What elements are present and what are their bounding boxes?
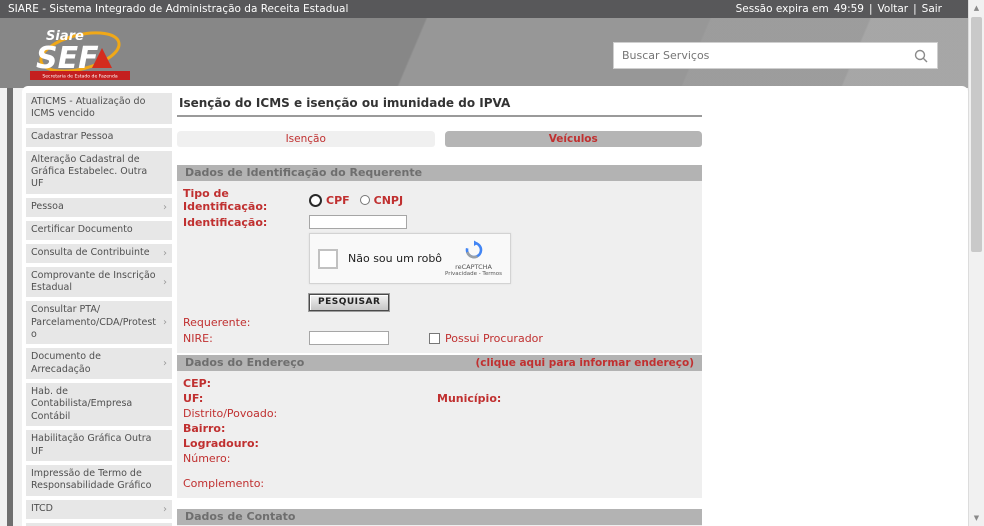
left-accent-strip: [7, 88, 13, 526]
cnpj-label: CNPJ: [373, 193, 404, 207]
section-title: Dados de Identificação do Requerente: [185, 166, 423, 179]
scroll-down-icon[interactable]: ▼: [969, 510, 984, 526]
nire-input[interactable]: [309, 331, 389, 345]
recaptcha-checkbox[interactable]: [318, 248, 338, 269]
section-title: Dados de Contato: [185, 510, 296, 523]
sidebar-item-label: ATICMS - Atualização do ICMS vencido: [31, 96, 146, 120]
sidebar-menu-item[interactable]: Hab. de Contabilista/Empresa Contábil ›: [26, 383, 172, 427]
main-panel: ATICMS - Atualização do ICMS vencido › C…: [22, 86, 968, 526]
separator: |: [913, 3, 917, 15]
chevron-right-icon: ›: [163, 276, 167, 288]
section-header: Dados do Endereço (clique aqui para info…: [177, 355, 702, 371]
bairro-label: Bairro:: [183, 422, 226, 435]
municipio-label: Município:: [437, 392, 502, 405]
uf-label: UF:: [183, 392, 204, 405]
header-band: Siare SEF Secretaria de Estado de Fazend…: [0, 18, 984, 88]
sidebar-item-label: Habilitação Gráfica Outra UF: [31, 433, 152, 457]
section-contato: Dados de Contato É necessário que o e-ma…: [177, 509, 702, 526]
logradouro-label: Logradouro:: [183, 437, 259, 450]
sidebar-item-label: Impressão de Termo de Responsabilidade G…: [31, 467, 152, 492]
cnpj-radio[interactable]: [359, 195, 370, 205]
sidebar-menu-item[interactable]: Impressão de Termo de Responsabilidade G…: [26, 464, 172, 496]
sef-siare-logo: Siare SEF Secretaria de Estado de Fazend…: [28, 24, 138, 87]
sidebar-menu-item[interactable]: Cadastrar Pessoa ›: [26, 127, 172, 147]
chevron-right-icon: ›: [163, 503, 167, 515]
service-search-box: [613, 42, 938, 69]
session-timer: 49:59: [833, 3, 864, 15]
sidebar-item-label: Consulta de Contribuinte: [31, 246, 150, 258]
sidebar-item-label: Cadastrar Pessoa: [31, 130, 114, 142]
sidebar-menu-item[interactable]: Habilitação Gráfica Outra UF ›: [26, 430, 172, 461]
session-expire-label: Sessão expira em: [735, 3, 829, 15]
cpf-label: CPF: [326, 193, 350, 207]
requerente-label: Requerente:: [183, 316, 251, 329]
sidebar-menu-item[interactable]: ITCD ›: [26, 499, 172, 519]
vertical-scrollbar[interactable]: ▲ ▼: [968, 0, 984, 526]
chevron-right-icon: ›: [163, 358, 167, 370]
section-body: CEP: UF: Município: Distrito/Povoado: Ba…: [177, 371, 702, 498]
possui-procurador-label: Possui Procurador: [445, 331, 543, 345]
chevron-right-icon: ›: [163, 317, 167, 329]
recaptcha-label: Não sou um robô: [348, 252, 443, 265]
cep-label: CEP:: [183, 377, 212, 390]
nire-label: NIRE:: [183, 331, 213, 345]
sidebar-item-label: Hab. de Contabilista/Empresa Contábil: [31, 386, 133, 422]
scroll-up-icon[interactable]: ▲: [969, 0, 984, 16]
page-title: Isenção do ICMS e isenção ou imunidade d…: [177, 94, 702, 117]
section-header: Dados de Contato: [177, 509, 702, 525]
tab-isencao[interactable]: Isenção: [177, 131, 435, 147]
section-body: Tipo de Identificação: CPF CNPJ Identifi…: [177, 181, 702, 353]
sidebar-menu-item[interactable]: Nota Fiscal Avulsa ›: [26, 522, 172, 526]
identificacao-input[interactable]: [309, 215, 407, 229]
app-title: SIARE - Sistema Integrado de Administraç…: [8, 3, 349, 15]
section-header: Dados de Identificação do Requerente: [177, 165, 702, 181]
separator: |: [868, 3, 873, 15]
section-identificacao: Dados de Identificação do Requerente Tip…: [177, 165, 702, 353]
sidebar-menu-item[interactable]: Certificar Documento ›: [26, 220, 172, 240]
sidebar-menu-item[interactable]: Pessoa ›: [26, 197, 172, 217]
complemento-label: Complemento:: [183, 477, 265, 490]
logo-subtitle: Secretaria de Estado de Fazenda: [42, 74, 118, 80]
sidebar-menu-item[interactable]: Documento de Arrecadação ›: [26, 348, 172, 380]
sidebar-menu-item[interactable]: ATICMS - Atualização do ICMS vencido ›: [26, 93, 172, 124]
sidebar-item-label: Alteração Cadastral de Gráfica Estabelec…: [31, 153, 148, 190]
tab-veiculos[interactable]: Veículos: [444, 131, 702, 147]
sidebar-menu-item[interactable]: Consultar PTA/ Parcelamento/CDA/Protesto…: [26, 301, 172, 345]
identificacao-label: Identificação:: [183, 215, 268, 229]
scrollbar-thumb[interactable]: [971, 17, 982, 252]
tab-bar: Isenção Veículos: [177, 131, 702, 147]
tipo-identificacao-label: Tipo de Identificação:: [183, 187, 268, 213]
sidebar-item-label: Comprovante de Inscrição Estadual: [31, 269, 156, 294]
sair-link[interactable]: Sair: [922, 3, 942, 15]
sidebar-item-label: Pessoa: [31, 200, 64, 212]
voltar-link[interactable]: Voltar: [878, 3, 909, 15]
possui-procurador-checkbox[interactable]: [429, 332, 440, 344]
informar-endereco-link[interactable]: (clique aqui para informar endereço): [475, 357, 694, 369]
sidebar-menu-item[interactable]: Consulta de Contribuinte ›: [26, 243, 172, 263]
sidebar-item-label: Certificar Documento: [31, 223, 133, 235]
top-bar: SIARE - Sistema Integrado de Administraç…: [0, 0, 984, 18]
recaptcha-icon: [465, 240, 482, 259]
sidebar-menu-item[interactable]: Comprovante de Inscrição Estadual ›: [26, 266, 172, 298]
cpf-radio[interactable]: [309, 193, 322, 207]
sidebar-item-label: Documento de Arrecadação: [31, 351, 101, 375]
numero-label: Número:: [183, 452, 231, 465]
chevron-right-icon: ›: [163, 247, 167, 259]
sidebar-menu: ATICMS - Atualização do ICMS vencido › C…: [26, 93, 172, 526]
logo-sef-text: SEF: [36, 41, 99, 76]
content-area: Isenção do ICMS e isenção ou imunidade d…: [177, 94, 702, 526]
search-icon[interactable]: [913, 48, 929, 64]
sidebar-item-label: ITCD: [31, 502, 53, 514]
sidebar-menu-item[interactable]: Alteração Cadastral de Gráfica Estabelec…: [26, 150, 172, 194]
recaptcha-brand: reCAPTCHA: [455, 262, 492, 271]
search-input[interactable]: [622, 49, 913, 62]
section-title: Dados do Endereço: [185, 356, 305, 369]
section-endereco: Dados do Endereço (clique aqui para info…: [177, 355, 702, 498]
distrito-label: Distrito/Povoado:: [183, 407, 278, 420]
recaptcha-links[interactable]: Privacidade - Termos: [445, 271, 502, 277]
sidebar-item-label: Consultar PTA/ Parcelamento/CDA/Protesto: [31, 304, 157, 341]
recaptcha-widget: Não sou um robô reCAPTCHA Privacidade - …: [309, 233, 511, 284]
chevron-right-icon: ›: [163, 201, 167, 213]
pesquisar-button[interactable]: PESQUISAR: [309, 294, 390, 311]
